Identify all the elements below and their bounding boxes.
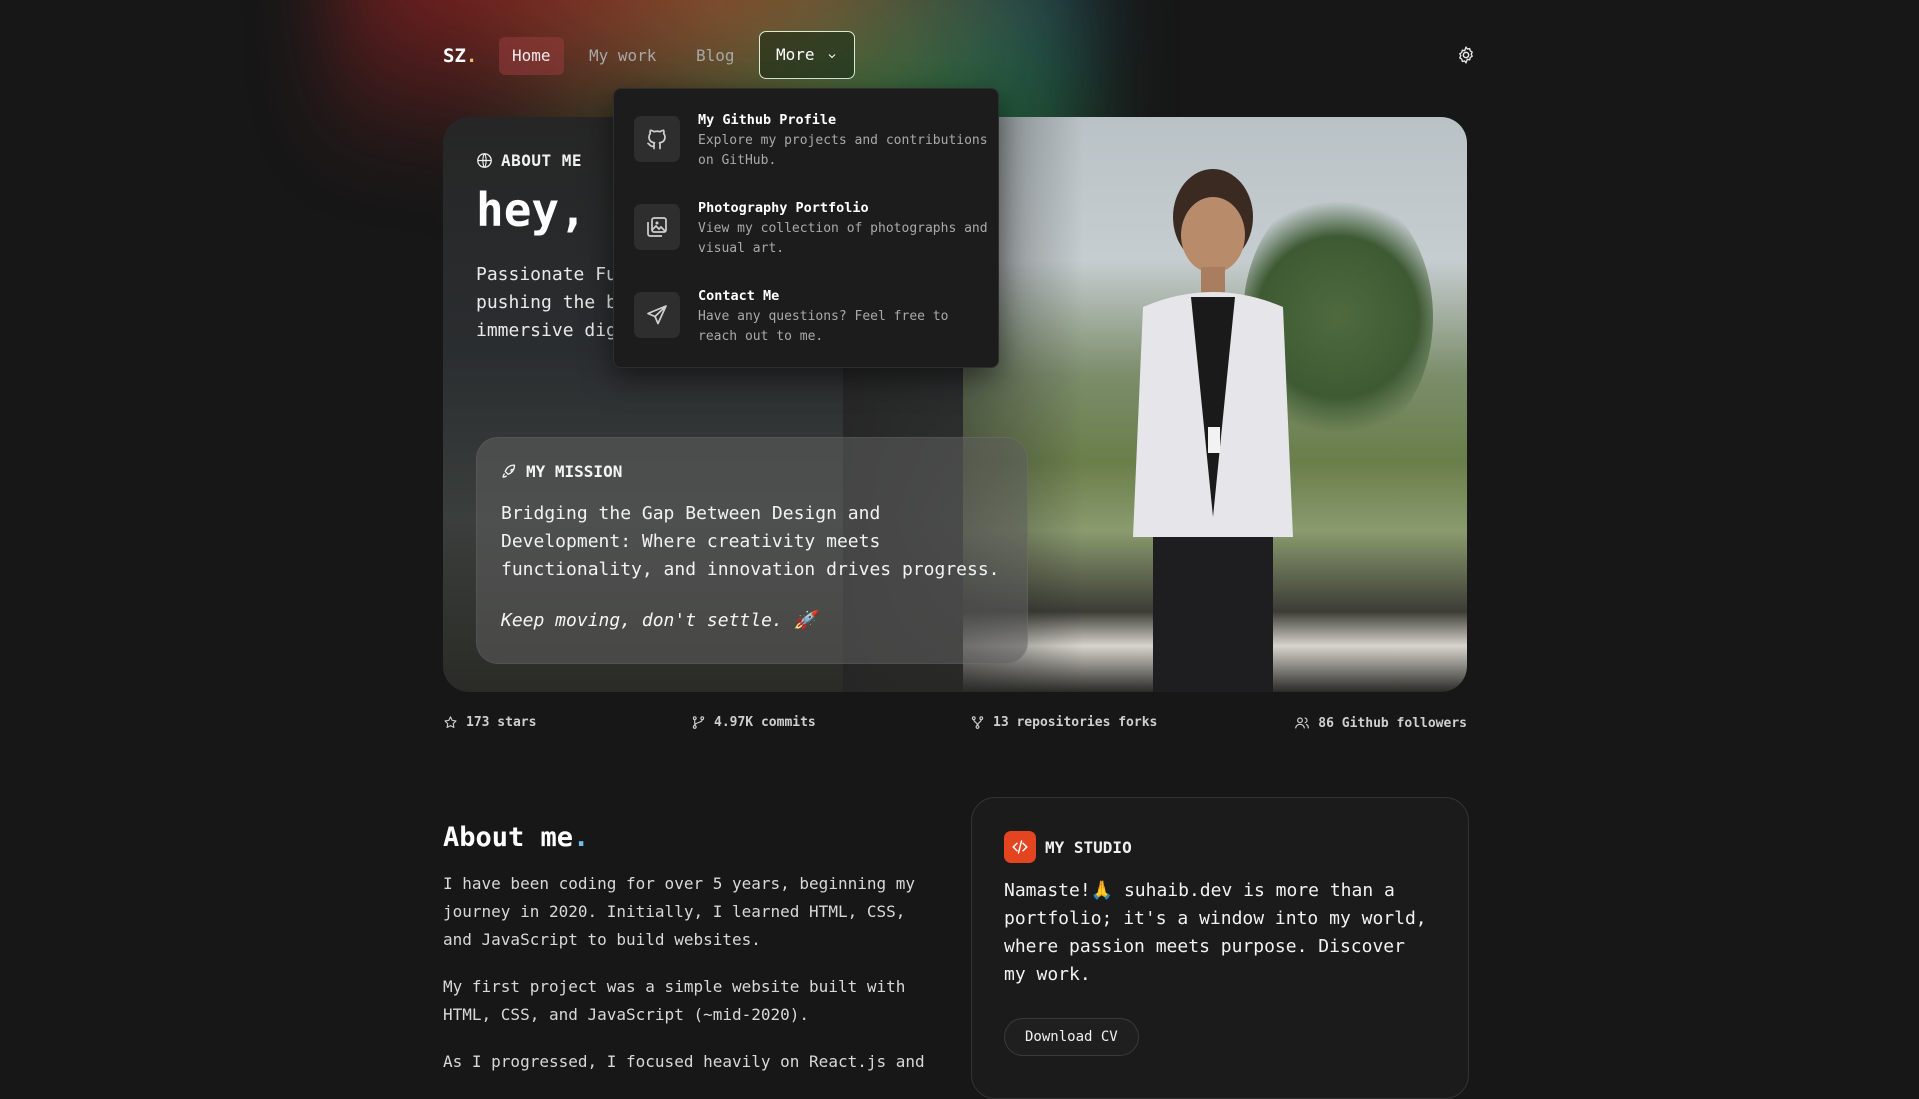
chevron-down-icon (828, 53, 836, 58)
about-paragraph-3: As I progressed, I focused heavily on Re… (443, 1052, 925, 1071)
studio-tag: MY STUDIO (1004, 831, 1132, 863)
dropdown-item-contact[interactable]: Contact Me Have any questions? Feel free… (634, 288, 984, 358)
mission-card: MY MISSION Bridging the Gap Between Desi… (476, 437, 1028, 664)
dropdown-item-desc: View my collection of photographs and vi… (698, 221, 988, 256)
code-icon (1004, 831, 1036, 863)
stat-stars-text: 173 stars (466, 715, 537, 730)
dropdown-icon-box (634, 292, 680, 338)
studio-text: Namaste!🙏 suhaib.dev is more than a port… (1004, 880, 1427, 985)
github-stats-bar: 173 stars 4.97K commits 13 repositories … (443, 715, 1467, 735)
about-me-tag: ABOUT ME (476, 151, 582, 170)
gear-icon[interactable] (1456, 45, 1476, 65)
nav-more-button[interactable]: More (759, 31, 856, 79)
stat-forks: 13 repositories forks (970, 715, 1157, 730)
download-cv-button[interactable]: Download CV (1004, 1018, 1139, 1056)
dropdown-item-desc: Explore my projects and contributions on… (698, 133, 988, 168)
stat-commits-text: 4.97K commits (714, 715, 816, 730)
git-commit-icon (692, 716, 705, 729)
nav-home-link[interactable]: Home (499, 37, 564, 75)
about-paragraph-1: I have been coding for over 5 years, beg… (443, 874, 916, 949)
stat-stars: 173 stars (443, 715, 536, 730)
site-logo[interactable]: SZ. (443, 45, 477, 67)
mission-label: MY MISSION (526, 462, 623, 481)
about-paragraph-2: My first project was a simple website bu… (443, 977, 906, 1024)
stat-followers-text: 86 Github followers (1318, 715, 1467, 731)
image-icon (647, 217, 667, 237)
send-icon (647, 305, 667, 325)
dropdown-item-photography[interactable]: Photography Portfolio View my collection… (634, 200, 988, 270)
mission-text: Bridging the Gap Between Design and Deve… (501, 503, 1000, 580)
dropdown-item-title: Contact Me (698, 288, 780, 304)
star-icon (444, 716, 457, 728)
dropdown-icon-box (634, 116, 680, 162)
top-navigation: SZ. Home My work Blog More (443, 31, 1476, 81)
person-figure (1133, 169, 1293, 692)
about-heading: About me. (443, 822, 590, 853)
dropdown-icon-box (634, 204, 680, 250)
mission-tag: MY MISSION (501, 462, 622, 481)
more-dropdown-menu: My Github Profile Explore my projects an… (613, 88, 999, 368)
about-me-label: ABOUT ME (501, 151, 583, 170)
dropdown-item-title: Photography Portfolio (698, 200, 869, 216)
nav-blog-link[interactable]: Blog (683, 37, 748, 75)
dropdown-item-github[interactable]: My Github Profile Explore my projects an… (634, 112, 988, 182)
stat-followers: 86 Github followers (1294, 715, 1467, 731)
users-icon (1295, 717, 1310, 729)
mission-quote: Keep moving, don't settle. 🚀 (501, 610, 817, 631)
nav-more-label: More (776, 45, 815, 64)
dropdown-item-desc: Have any questions? Feel free to reach o… (698, 309, 949, 344)
studio-card: MY STUDIO Namaste!🙏 suhaib.dev is more t… (971, 797, 1469, 1099)
rocket-icon (502, 464, 516, 478)
globe-icon (477, 153, 492, 168)
github-icon (647, 129, 666, 150)
nav-my-work-link[interactable]: My work (576, 37, 669, 75)
git-fork-icon (971, 716, 984, 729)
stat-commits: 4.97K commits (691, 715, 816, 730)
stat-forks-text: 13 repositories forks (993, 715, 1158, 730)
dropdown-item-title: My Github Profile (698, 112, 837, 128)
studio-label: MY STUDIO (1045, 837, 1132, 857)
hero-greeting: hey, (476, 183, 587, 237)
